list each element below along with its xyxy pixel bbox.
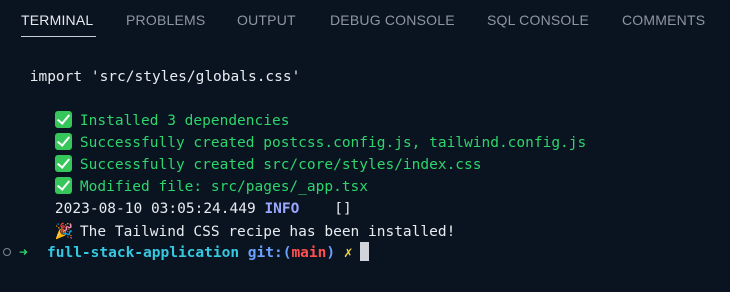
import-line: import 'src/styles/globals.css': [21, 69, 301, 85]
success-line-4: Modified file: src/pages/_app.tsx: [20, 154, 368, 195]
tab-output[interactable]: OUTPUT: [237, 12, 296, 28]
prompt-directory: full-stack-application: [47, 245, 240, 261]
active-tab-indicator: [21, 36, 96, 37]
install-complete-text: The Tailwind CSS recipe has been install…: [79, 224, 456, 240]
prompt-close-paren: ): [326, 245, 336, 261]
dirty-marker-icon: ✗: [343, 245, 353, 261]
prompt-arrow-icon: ➜: [19, 245, 28, 261]
shell-prompt: full-stack-application git:(main) ✗: [47, 242, 369, 264]
prompt-git-label: git:: [247, 245, 283, 261]
panel-tab-bar: TERMINAL PROBLEMS OUTPUT DEBUG CONSOLE S…: [0, 0, 730, 40]
tab-terminal[interactable]: TERMINAL: [21, 12, 93, 28]
circle-icon: [3, 248, 11, 256]
tab-sql-console[interactable]: SQL CONSOLE: [487, 12, 589, 28]
install-complete-line: 🎉 The Tailwind CSS recipe has been instal…: [20, 198, 455, 240]
success-line-2: Successfully created postcss.config.js, …: [20, 110, 586, 151]
terminal-cursor[interactable]: [359, 242, 369, 261]
log-line: 2023-08-10 03:05:24.449 INFO []: [20, 176, 352, 217]
tab-comments[interactable]: COMMENTS: [622, 12, 705, 28]
prompt-branch: main: [291, 245, 327, 261]
tab-problems[interactable]: PROBLEMS: [126, 12, 205, 28]
success-line-3: Successfully created src/core/styles/ind…: [20, 132, 482, 173]
party-popper-icon: 🎉: [54, 222, 74, 240]
success-line-1: Installed 3 dependencies: [20, 88, 289, 129]
tab-debug-console[interactable]: DEBUG CONSOLE: [330, 12, 455, 28]
